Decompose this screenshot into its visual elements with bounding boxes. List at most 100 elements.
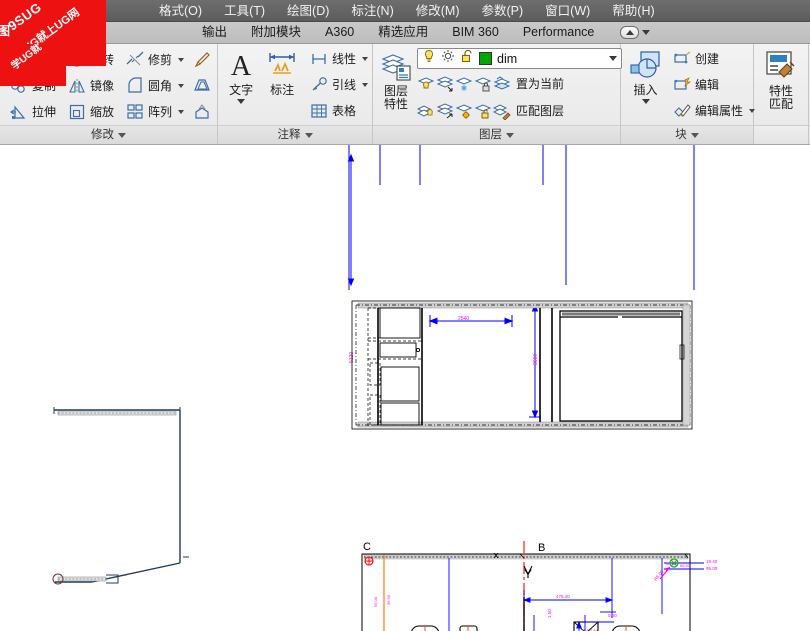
section-top-band (363, 554, 689, 560)
fillet-button[interactable]: 圆角 (121, 74, 187, 98)
layer-freeze-icon[interactable] (455, 75, 473, 93)
layer-color-swatch[interactable] (479, 52, 492, 65)
dimension-button[interactable]: 标注 (263, 46, 301, 98)
tab-output[interactable]: 输出 (190, 22, 239, 43)
chevron-up-icon (620, 26, 640, 39)
panel-modify-expand-icon[interactable] (118, 132, 126, 138)
linear-dimension-button[interactable]: 线性 (305, 47, 369, 71)
panel-annotation-title[interactable]: 注释 (218, 125, 372, 144)
layer-isolate-icon[interactable] (436, 75, 454, 93)
layer-unisolate-icon[interactable] (436, 102, 454, 120)
menu-draw[interactable]: 绘图(D) (276, 0, 340, 22)
leader-button[interactable]: 引线 (305, 73, 369, 97)
layer-on-icon[interactable] (416, 102, 435, 120)
explode-button[interactable] (189, 100, 215, 124)
panel-block-title[interactable]: 块 (621, 125, 753, 144)
top-view-walls (351, 300, 693, 430)
edit-block-button[interactable]: 编辑 (668, 73, 748, 97)
leader-icon (310, 76, 328, 94)
copy-label: 复制 (32, 79, 57, 93)
fillet-icon (126, 77, 144, 95)
minimize-ribbon-button[interactable] (620, 26, 651, 39)
dimension-button-label: 标注 (270, 83, 295, 97)
edit-block-icon (673, 76, 691, 94)
menu-tools[interactable]: 工具(T) (213, 0, 276, 22)
panel-annotation-expand-icon[interactable] (304, 132, 313, 138)
svg-text:36.90: 36.90 (386, 594, 391, 605)
match-properties-label-2: 匹配 (768, 97, 793, 111)
insert-block-dropdown-icon[interactable] (641, 99, 650, 104)
top-plan-view[interactable]: 2540 5120 3610 (347, 145, 695, 430)
menu-format[interactable]: 格式(O) (148, 0, 213, 22)
match-properties-icon (764, 50, 798, 84)
section-slot-features (410, 625, 641, 631)
layer-properties-label-2: 特性 (383, 97, 408, 111)
text-button[interactable]: A 文字 (223, 46, 259, 105)
panel-modify-body: 移动 复制 拉伸 旋转 镜像 缩放 修剪 圆角 阵列 (0, 44, 217, 125)
match-layer-icon[interactable] (492, 102, 511, 121)
block-column: 创建 编辑 编辑属性 (668, 46, 756, 123)
insert-block-button[interactable]: 插入 (626, 46, 665, 105)
svg-text:19.40: 19.40 (706, 559, 718, 564)
chevron-down-icon[interactable] (642, 30, 651, 35)
section-dimension-text: 475.40 1.50 6.75 6.35 0.60 80.35 R5.00 1… (373, 559, 718, 618)
menu-dimension[interactable]: 标注(N) (340, 0, 404, 22)
section-left-target (364, 556, 374, 566)
layer-properties-button[interactable]: 图层 特性 (378, 47, 414, 112)
match-properties-button[interactable]: 特性 匹配 (759, 47, 803, 112)
panel-layer-title[interactable]: 图层 (373, 125, 620, 144)
scale-button[interactable]: 缩放 (63, 100, 119, 124)
panel-layer-expand-icon[interactable] (506, 132, 514, 138)
leader-dropdown-icon[interactable] (362, 83, 369, 87)
panel-modify-title[interactable]: 修改 (0, 125, 217, 144)
set-current-button[interactable]: 置为当前 (512, 72, 568, 96)
mirror-button[interactable]: 镜像 (63, 74, 119, 98)
unlock-icon[interactable] (460, 49, 474, 68)
drawing-canvas[interactable]: 2540 5120 3610 475.40 1.50 0.60 R5.00 19… (0, 145, 810, 631)
layer-dropdown[interactable]: dim (417, 48, 622, 69)
linear-dimension-dropdown-icon[interactable] (362, 57, 369, 61)
array-dropdown-icon[interactable] (178, 110, 185, 114)
layer-lock-icon[interactable] (474, 75, 492, 93)
offset-button[interactable] (189, 74, 215, 98)
move-button[interactable]: 移动 (5, 48, 61, 72)
set-current-layer-icon[interactable] (493, 75, 511, 93)
layer-dropdown-chevron-icon[interactable] (609, 56, 617, 61)
lightbulb-icon[interactable] (422, 49, 436, 68)
bottom-section-view[interactable]: 475.40 1.50 6.75 6.35 0.60 80.35 R5.00 1… (358, 541, 727, 631)
left-side-view[interactable]: 详图索引 比例1:5 节点大样 (8, 407, 189, 631)
create-block-button[interactable]: 创建 (668, 47, 748, 71)
top-view-right-room (559, 310, 683, 422)
tab-performance[interactable]: Performance (511, 22, 607, 43)
tab-featured-apps[interactable]: 精选应用 (366, 22, 440, 43)
fillet-dropdown-icon[interactable] (178, 84, 185, 88)
drawing-svg[interactable]: 2540 5120 3610 475.40 1.50 0.60 R5.00 19… (0, 145, 810, 631)
erase-brush-button[interactable] (189, 48, 215, 72)
layer-unlock-icon[interactable] (474, 102, 492, 120)
layer-off-icon[interactable] (417, 75, 435, 93)
stretch-button[interactable]: 拉伸 (5, 100, 61, 124)
match-layer-button[interactable]: 匹配图层 (512, 99, 568, 123)
move-label: 移动 (32, 53, 57, 67)
panel-annotation-body: A 文字 标注 线性 引线 表格 (218, 44, 372, 125)
array-icon (126, 103, 144, 121)
sun-freeze-icon[interactable] (441, 49, 455, 68)
rotate-button[interactable]: 旋转 (63, 48, 119, 72)
menu-modify[interactable]: 修改(M) (405, 0, 471, 22)
tab-bim360[interactable]: BIM 360 (440, 22, 511, 43)
trim-button[interactable]: 修剪 (121, 48, 187, 72)
trim-dropdown-icon[interactable] (178, 58, 185, 62)
menu-help[interactable]: 帮助(H) (601, 0, 665, 22)
layer-thaw-icon[interactable] (455, 102, 473, 120)
array-button[interactable]: 阵列 (121, 100, 187, 124)
edit-attribute-button[interactable]: 编辑属性 (668, 99, 756, 123)
panel-modify: 移动 复制 拉伸 旋转 镜像 缩放 修剪 圆角 阵列 修改 (0, 44, 218, 144)
panel-block-expand-icon[interactable] (690, 132, 699, 138)
copy-button[interactable]: 复制 (5, 74, 61, 98)
tab-a360[interactable]: A360 (313, 22, 366, 43)
menu-window[interactable]: 窗口(W) (534, 0, 601, 22)
text-dropdown-icon[interactable] (237, 99, 246, 104)
table-button[interactable]: 表格 (305, 99, 367, 123)
menu-parametric[interactable]: 参数(P) (471, 0, 535, 22)
tab-addins[interactable]: 附加模块 (239, 22, 313, 43)
